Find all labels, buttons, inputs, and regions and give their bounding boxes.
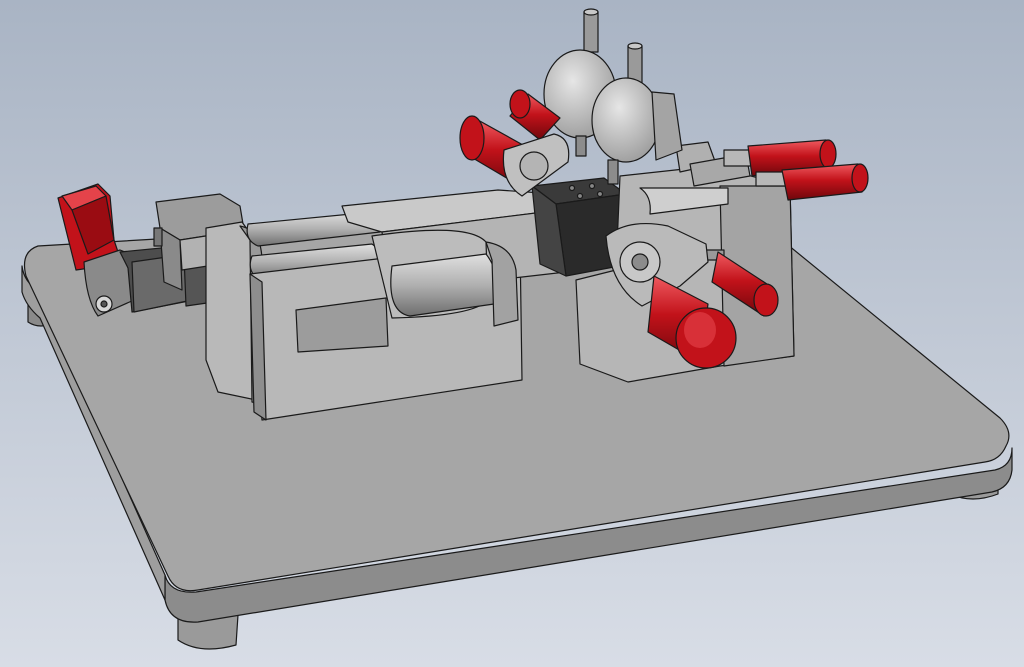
cad-viewport[interactable] — [0, 0, 1024, 667]
dial-face-right — [591, 77, 661, 163]
fixture-model[interactable] — [0, 0, 1024, 667]
